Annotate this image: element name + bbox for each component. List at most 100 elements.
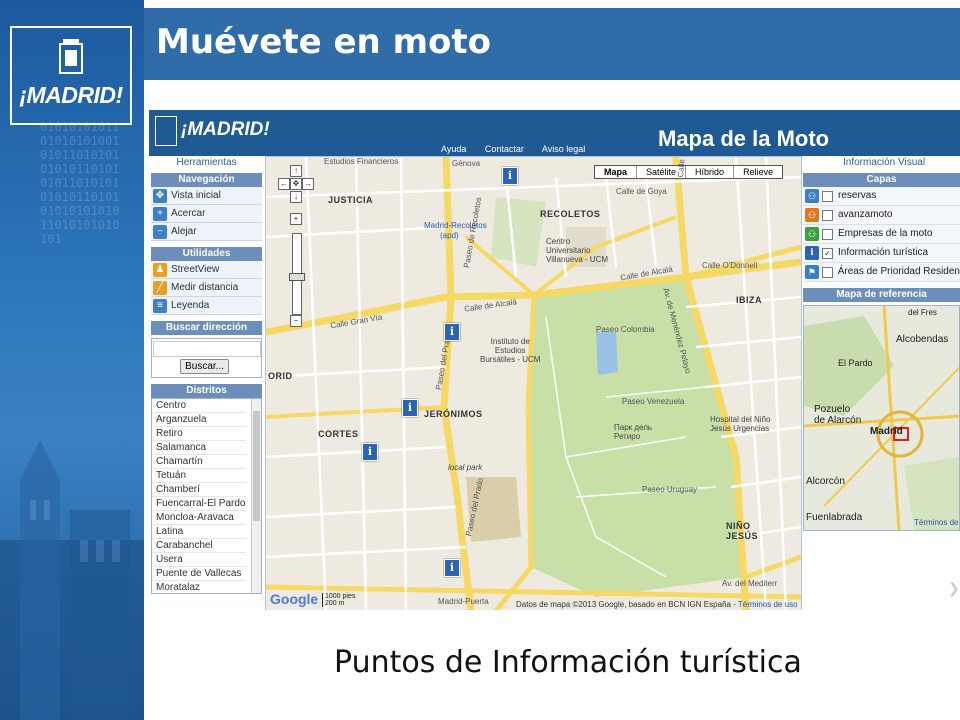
tool-acercar[interactable]: + Acercar [151, 205, 262, 223]
district-item[interactable]: Usera [152, 553, 246, 567]
layer-checkbox-checked[interactable]: ✓ [822, 247, 833, 259]
search-address-input[interactable] [153, 341, 261, 357]
info-marker-icon[interactable]: i [444, 559, 460, 577]
map-label: Madrid-Puerta [438, 597, 489, 606]
scrollbar-thumb[interactable] [253, 411, 260, 521]
app-title: Mapa de la Moto [658, 126, 830, 151]
slide-title: Muévete en moto [156, 22, 491, 62]
search-header: Buscar dirección [151, 321, 262, 335]
map-view[interactable]: ↑ ← ✥ → ↓ + − Mapa Satélite Híbrido Reli… [265, 156, 802, 610]
tool-label: StreetView [171, 264, 220, 275]
district-item[interactable]: Arganzuela [152, 413, 246, 427]
map-label: ORID [268, 371, 293, 381]
home-arrows-icon: ✥ [153, 188, 167, 203]
app-header: ¡MADRID! Ayuda Contactar Aviso legal Map… [149, 110, 960, 156]
districts-list: Centro Arganzuela Retiro Salamanca Chama… [151, 398, 262, 594]
refmap-terms-link[interactable]: Términos de [914, 518, 958, 527]
layer-checkbox[interactable] [822, 190, 833, 202]
utilities-header[interactable]: Utilidades [151, 247, 262, 261]
layer-checkbox[interactable] [821, 266, 833, 278]
district-item[interactable]: Tetuán [152, 469, 246, 483]
tools-sidebar: Herramientas Navegación ✥ Vista inicial … [151, 156, 262, 600]
pan-down-icon[interactable]: ↓ [290, 191, 302, 203]
zoom-in-icon[interactable]: + [290, 213, 302, 225]
layer-informacion-turistica[interactable]: i ✓ Información turística [803, 244, 960, 263]
layer-checkbox[interactable] [822, 228, 833, 240]
info-marker-icon[interactable]: i [362, 443, 378, 461]
map-type-relieve[interactable]: Relieve [734, 166, 782, 178]
map-label: Парк дель Ретиро [614, 423, 653, 441]
info-marker-icon[interactable]: i [402, 399, 418, 417]
tool-streetview[interactable]: ♟ StreetView [151, 261, 262, 279]
district-item[interactable]: Chamartín [152, 455, 246, 469]
layer-avanzamoto[interactable]: ⚇ avanzamoto [803, 206, 960, 225]
layer-empresas[interactable]: ⚇ Empresas de la moto [803, 225, 960, 244]
header-links: Ayuda Contactar Aviso legal [441, 144, 601, 154]
map-type-mapa[interactable]: Mapa [595, 166, 638, 178]
info-marker-icon[interactable]: i [444, 323, 460, 341]
visual-info-panel: Información Visual Capas ⚇ reservas ⚇ av… [803, 156, 960, 556]
district-item[interactable]: Moncloa-Aravaca [152, 511, 246, 525]
link-contactar[interactable]: Contactar [485, 144, 524, 154]
district-item[interactable]: Latina [152, 525, 246, 539]
refmap-label: Alcobendas [896, 334, 949, 345]
district-item[interactable]: Carabanchel [152, 539, 246, 553]
layer-reservas[interactable]: ⚇ reservas [803, 187, 960, 206]
pan-up-icon[interactable]: ↑ [290, 165, 302, 177]
refmap-label: Madrid [870, 426, 903, 437]
refmap-label: Pozuelo de Alarcón [814, 404, 862, 426]
app-logo[interactable]: ¡MADRID! [155, 116, 270, 146]
map-label: (apd) [440, 231, 459, 240]
district-item[interactable]: Chamberí [152, 483, 246, 497]
search-button[interactable]: Buscar... [180, 359, 229, 374]
tools-title: Herramientas [176, 157, 237, 168]
district-item[interactable]: Fuencarral-El Pardo [152, 497, 246, 511]
pan-right-icon[interactable]: → [302, 178, 314, 190]
layer-areas-prioridad[interactable]: ⚑ Áreas de Prioridad Residen [803, 263, 960, 282]
districts-header: Distritos [151, 384, 262, 398]
district-item[interactable]: Moratalaz [152, 581, 246, 593]
link-aviso-legal[interactable]: Aviso legal [542, 144, 585, 154]
slide-header: Muévete en moto [144, 8, 960, 80]
districts-scrollbar[interactable] [251, 399, 261, 593]
reference-map[interactable]: del Fres Alcobendas El Pardo Pozuelo de … [803, 305, 960, 531]
map-streets [266, 157, 801, 610]
district-item[interactable]: Puente de Vallecas [152, 567, 246, 581]
tool-label: Acercar [171, 208, 206, 219]
refmap-header[interactable]: Mapa de referencia [803, 288, 960, 302]
layer-checkbox[interactable] [822, 209, 833, 221]
district-item[interactable]: Retiro [152, 427, 246, 441]
map-copyright: Datos de mapa ©2013 Google, basado en BC… [516, 600, 797, 609]
pan-center-icon[interactable]: ✥ [290, 178, 302, 190]
tool-leyenda[interactable]: ≡ Leyenda [151, 297, 262, 315]
map-label: RECOLETOS [540, 209, 601, 219]
pan-left-icon[interactable]: ← [278, 178, 290, 190]
building-silhouette-decoration [0, 440, 144, 720]
app-logo-text: ¡MADRID! [181, 119, 270, 140]
navigation-header[interactable]: Navegación [151, 173, 262, 187]
district-item[interactable]: Centro [152, 399, 246, 413]
motorbike-orange-icon: ⚇ [805, 208, 819, 222]
google-logo[interactable]: Google [270, 591, 318, 607]
layers-header[interactable]: Capas [803, 173, 960, 187]
info-marker-icon[interactable]: i [502, 167, 518, 185]
layer-label: Áreas de Prioridad Residen [837, 266, 960, 277]
tool-label: Alejar [171, 226, 197, 237]
map-label: Paseo Uruguay [642, 485, 698, 494]
link-ayuda[interactable]: Ayuda [441, 144, 466, 154]
app-crest-icon [155, 116, 177, 146]
zoom-out-icon: − [153, 224, 167, 239]
map-type-hibrido[interactable]: Híbrido [686, 166, 735, 178]
layer-label: reservas [838, 190, 877, 201]
zoom-slider-knob[interactable] [289, 273, 305, 281]
tool-alejar[interactable]: − Alejar [151, 223, 262, 241]
tool-medir-distancia[interactable]: ╱ Medir distancia [151, 279, 262, 297]
map-type-selector: Mapa Satélite Híbrido Relieve [594, 165, 784, 179]
terms-link[interactable]: Términos de uso [738, 600, 798, 609]
tool-vista-inicial[interactable]: ✥ Vista inicial [151, 187, 262, 205]
tool-label: Leyenda [171, 300, 210, 311]
district-item[interactable]: Salamanca [152, 441, 246, 455]
zoom-out-icon[interactable]: − [290, 315, 302, 327]
madrid-logo: ¡MADRID! [10, 26, 132, 125]
slide-next-icon[interactable]: ❯ [948, 580, 960, 596]
